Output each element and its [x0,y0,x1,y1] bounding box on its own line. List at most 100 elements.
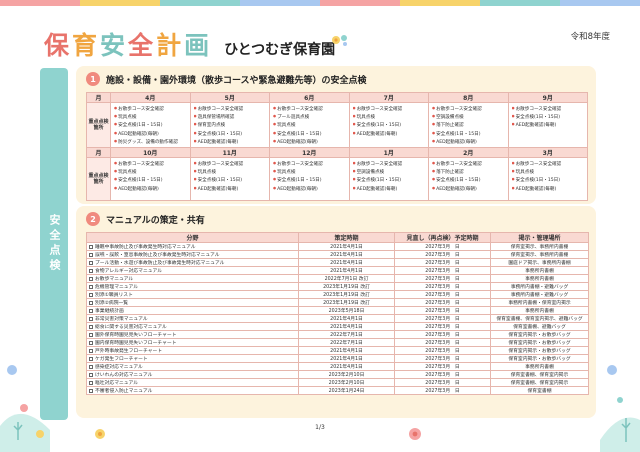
inspection-item: 保育室内点検 [194,121,268,129]
month-header: 9月 [507,92,588,103]
manual-name: 総食に関する災害対応マニュアル [95,325,167,330]
table-row: 園外保育時園児見失いフローチャート 2022年7月1日 2027年3月 日保育室内掲… [86,330,589,339]
title-character: 計 [156,31,185,60]
checkbox[interactable] [89,308,93,313]
checkbox[interactable] [89,268,93,273]
created-date-cell: 2021年4月1日 [298,242,395,251]
inspection-cell: お散歩コース安全確認遊具保管場所確認保育室内点検安全点検(1日・15日)AED起… [189,101,270,149]
checkbox[interactable] [89,244,93,249]
inspection-cell: お散歩コース安全確認落下防止確認安全点検(1日・15日)AED起動確認(毎朝) [428,157,509,202]
inspection-item: 安全点検(1日・15日) [114,121,188,129]
table-row: 総食に関する災害対応マニュアル 2021年4月1日 2027年3月 日保育室書棚、避… [86,322,589,331]
checkbox[interactable] [89,372,93,377]
table-row: 戸外時事故発生フローチャート 2021年4月1日 2027年3月 日保育室内掲示・お… [86,346,589,355]
month-header: 5月 [189,92,270,103]
checkbox[interactable] [89,292,93,297]
created-date-cell: 2023年5月18日 [298,306,395,315]
inspection-item: 安全点検(1日・15日) [353,176,427,184]
review-date-cell: 2027年3月 日 [394,330,491,339]
created-date-cell: 2022年7月1日 [298,338,395,347]
review-date-cell: 2027年3月 日 [394,250,491,259]
manual-name: ケガ発生フローチャート [95,357,148,362]
stripe-segment [400,0,480,6]
manual-name-cell: 不審者侵入防止マニュアル [86,386,299,395]
review-date-cell: 2027年3月 日 [394,322,491,331]
manual-name-cell: 事業継続計画 [86,306,299,315]
month-header: 7月 [348,92,429,103]
manual-name-cell: けいれんの対応マニュアル [86,370,299,379]
school-name: ひとつむぎ保育園 [224,42,336,58]
month-header: 2月 [428,147,509,159]
title-character: 安 [100,31,129,60]
title-character: 保 [44,31,73,60]
month-header-row: 月 4月 5月 6月 7月 8月 9月 [86,92,588,103]
manual-name: 戸外時事故発生フローチャート [95,349,163,354]
inspection-item: 安全点検(1日・15日) [273,176,347,184]
stripe-segment [320,0,400,6]
right-flowers-illustration-icon [600,365,640,452]
inspection-item: お散歩コース安全確認 [353,160,427,168]
inspection-item: お散歩コース安全確認 [273,160,347,168]
manual-name-cell: 危機管理マニュアル [86,282,299,291]
manual-name: 事業継続計画 [95,309,124,314]
manual-name: 不審者侵入防止マニュアル [95,389,153,394]
section-manuals: 2 マニュアルの策定・共有 分野 策定時期 見直し（再点検）予定時期 掲示・管理… [76,206,596,418]
checkbox[interactable] [89,324,93,329]
checkbox[interactable] [89,380,93,385]
review-date-cell: 2027年3月 日 [394,338,491,347]
table-row: 園内保育時園児見失いフローチャート 2022年7月1日 2027年3月 日保育室内掲… [86,338,589,347]
manual-name: 非常災害対策マニュアル [95,317,148,322]
flower-decoration-icon [332,35,347,46]
review-date-cell: 2027年3月 日 [394,298,491,307]
inspection-item: お散歩コース安全確認 [273,105,347,113]
table-row: 事業継続計画 2023年5月18日 2027年3月 日事務所内書棚 [86,306,589,315]
checkbox[interactable] [89,332,93,337]
checkbox[interactable] [89,356,93,361]
month-header: 12月 [269,147,350,159]
inspection-cell: お散歩コース安全確認玩具点検安全点検(1日・15日)AED起動確認(毎朝) [348,101,429,149]
inspection-item: お散歩コース安全確認 [512,105,586,113]
table-row: 不審者侵入防止マニュアル 2023年1月24日 2027年3月 日保育室書棚 [86,386,589,395]
manual-name-cell: 別添①職員リスト [86,290,299,299]
inspection-item: 安全点検(1日・15日) [353,121,427,129]
checkbox[interactable] [89,276,93,281]
inspection-item: 落下防止確認 [432,168,506,176]
inspection-item: 安全点検(1日・15日) [512,176,586,184]
inspection-item: 安全点検(1日・15日) [432,130,506,138]
review-date-cell: 2027年3月 日 [394,290,491,299]
checkbox[interactable] [89,284,93,289]
created-date-cell: 2023年2月10日 [298,370,395,379]
checkbox[interactable] [89,388,93,393]
checkbox[interactable] [89,340,93,345]
created-date-cell: 2021年4月1日 [298,362,395,371]
month-header: 6月 [269,92,350,103]
created-date-cell: 2021年4月1日 [298,314,395,323]
checkbox[interactable] [89,316,93,321]
page-title: 保育安全計画 [44,26,212,62]
manual-name-cell: ケガ発生フローチャート [86,354,299,363]
row-label: 重点点検箇所 [86,101,111,149]
location-cell: 園庭ドア掲示、事務所内書棚 [490,258,589,267]
inspection-item: AED起動確認(毎朝) [114,185,188,193]
inspection-item: AED起動確認(毎朝) [194,185,268,193]
inspection-item: 玩具点検 [194,168,268,176]
checkbox[interactable] [89,364,93,369]
inspection-cell: お散歩コース安全確認安全点検(1日・15日)AED起動確認(毎朝) [507,101,588,149]
checkbox[interactable] [89,252,93,257]
checkbox[interactable] [89,260,93,265]
created-date-cell: 2022年7月1日 [298,330,395,339]
month-header: 11月 [189,147,270,159]
checkbox[interactable] [89,348,93,353]
stripe-segment [0,0,80,6]
review-date-cell: 2027年3月 日 [394,306,491,315]
inspection-item: 安全点検(1日・15日) [194,176,268,184]
stripe-segment [560,0,640,6]
month-column-label: 月 [86,147,111,159]
inspection-item: 空調設備点検 [353,168,427,176]
month-header: 10月 [110,147,191,159]
manual-name: お散歩マニュアル [95,277,134,282]
manual-name-cell: お散歩マニュアル [86,274,299,283]
inspection-cell: お散歩コース安全確認空調設備点検安全点検(1日・15日)AED起動確認(毎朝) [348,157,429,202]
checkbox[interactable] [89,300,93,305]
table-row: 非常災害対策マニュアル 2021年4月1日 2027年3月 日保育室書棚、保育室内掲… [86,314,589,323]
